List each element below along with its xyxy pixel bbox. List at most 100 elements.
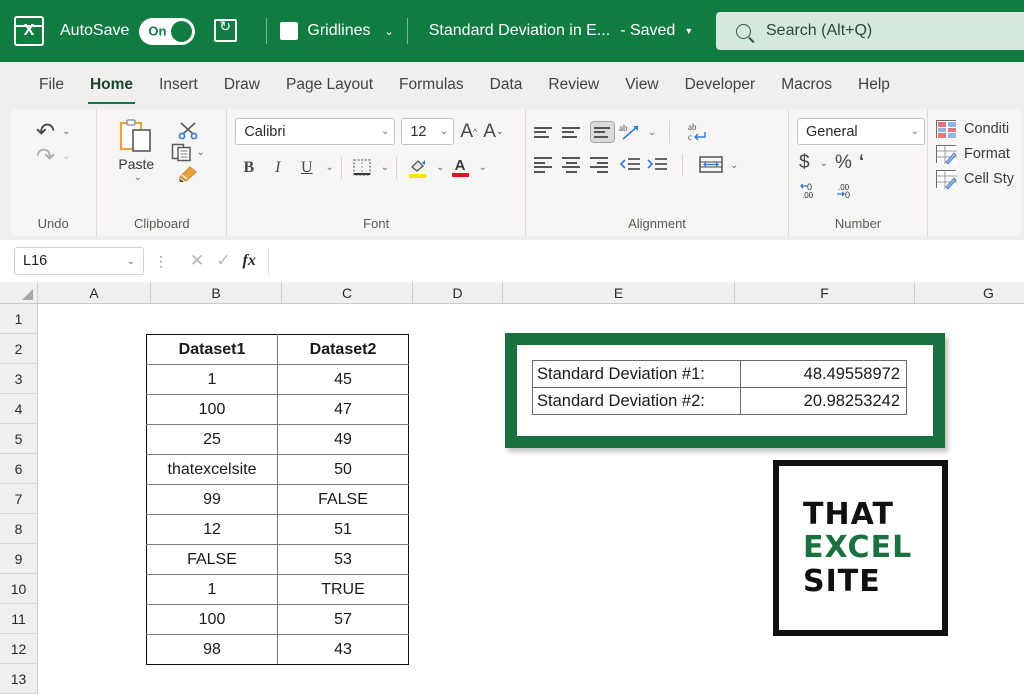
tab-draw[interactable]: Draw [211, 62, 273, 107]
cell-e2-label[interactable]: Standard Deviation #1: [533, 361, 741, 388]
cell-c2[interactable]: Dataset2 [278, 335, 409, 365]
borders-icon[interactable] [349, 154, 376, 181]
saved-chevron-down-icon[interactable]: ▼ [684, 26, 693, 36]
currency-chevron-down-icon[interactable]: ⌄ [820, 158, 828, 169]
row-header-9[interactable]: 9 [0, 544, 38, 574]
row-header-12[interactable]: 12 [0, 634, 38, 664]
row-header-8[interactable]: 8 [0, 514, 38, 544]
row-header-4[interactable]: 4 [0, 394, 38, 424]
tab-view[interactable]: View [612, 62, 671, 107]
cell-b7[interactable]: 99 [147, 485, 278, 515]
font-color-chevron-down-icon[interactable]: ⌄ [479, 162, 487, 173]
cell-c10[interactable]: TRUE [278, 575, 409, 605]
shrink-font-icon[interactable]: A⌄ [483, 121, 503, 143]
borders-chevron-down-icon[interactable]: ⌄ [381, 162, 389, 173]
cell-f3-value[interactable]: 20.98253242 [741, 388, 907, 415]
paste-chevron-down-icon[interactable]: ⌄ [134, 172, 142, 183]
tab-macros[interactable]: Macros [768, 62, 845, 107]
comma-style-icon[interactable]: ‘ [859, 152, 864, 174]
save-refresh-icon[interactable] [211, 16, 241, 46]
cancel-entry-icon[interactable]: ✕ [190, 251, 204, 271]
align-left-icon[interactable] [534, 154, 559, 176]
undo-arrow-icon[interactable]: ↶ [36, 120, 55, 143]
cell-b5[interactable]: 25 [147, 425, 278, 455]
cell-styles-button[interactable]: Cell Sty [936, 170, 1014, 188]
cell-c8[interactable]: 51 [278, 515, 409, 545]
tab-review[interactable]: Review [535, 62, 612, 107]
row-header-10[interactable]: 10 [0, 574, 38, 604]
text-orientation-icon[interactable]: ab [618, 121, 642, 143]
conditional-formatting-button[interactable]: Conditi [936, 120, 1014, 138]
fill-color-chevron-down-icon[interactable]: ⌄ [436, 162, 444, 173]
percent-icon[interactable]: % [835, 152, 852, 174]
cell-b8[interactable]: 12 [147, 515, 278, 545]
name-box[interactable]: L16 ⌄ [14, 247, 144, 275]
decrease-indent-icon[interactable] [618, 155, 642, 175]
font-name-select[interactable]: Calibri ⌄ [235, 118, 395, 145]
cell-c6[interactable]: 50 [278, 455, 409, 485]
align-top-icon[interactable] [534, 121, 559, 143]
underline-button[interactable]: U [293, 154, 320, 181]
cell-c5[interactable]: 49 [278, 425, 409, 455]
search-input[interactable]: Search (Alt+Q) [716, 12, 1024, 50]
tab-help[interactable]: Help [845, 62, 903, 107]
cell-f2-value[interactable]: 48.49558972 [741, 361, 907, 388]
row-header-11[interactable]: 11 [0, 604, 38, 634]
cell-b2[interactable]: Dataset1 [147, 335, 278, 365]
tab-formulas[interactable]: Formulas [386, 62, 477, 107]
font-size-select[interactable]: 12 ⌄ [401, 118, 454, 145]
cell-c7[interactable]: FALSE [278, 485, 409, 515]
copy-icon[interactable] [171, 143, 193, 162]
align-right-icon[interactable] [590, 154, 615, 176]
column-header-b[interactable]: B [151, 282, 282, 304]
cell-b6[interactable]: thatexcelsite [147, 455, 278, 485]
merge-and-center-icon[interactable] [698, 154, 724, 176]
row-header-13[interactable]: 13 [0, 664, 38, 694]
tab-page-layout[interactable]: Page Layout [273, 62, 386, 107]
cell-b4[interactable]: 100 [147, 395, 278, 425]
cell-b12[interactable]: 98 [147, 635, 278, 665]
align-middle-icon[interactable] [562, 121, 587, 143]
tab-file[interactable]: File [26, 62, 77, 107]
increase-decimal-icon[interactable]: 0 .00 [799, 181, 823, 200]
underline-chevron-down-icon[interactable]: ⌄ [325, 162, 333, 173]
row-header-3[interactable]: 3 [0, 364, 38, 394]
column-header-a[interactable]: A [38, 282, 151, 304]
align-bottom-icon[interactable] [590, 121, 615, 143]
formula-bar-more-icon[interactable]: ⋮ [154, 253, 168, 270]
document-title[interactable]: Standard Deviation in E... [429, 22, 610, 40]
format-as-table-button[interactable]: Format [936, 145, 1014, 163]
decrease-decimal-icon[interactable]: .00 0 [836, 181, 860, 200]
tab-insert[interactable]: Insert [146, 62, 211, 107]
row-header-7[interactable]: 7 [0, 484, 38, 514]
italic-button[interactable]: I [264, 154, 291, 181]
gridlines-checkbox[interactable] [280, 22, 298, 40]
select-all-corner[interactable] [0, 282, 38, 304]
cell-e3-label[interactable]: Standard Deviation #2: [533, 388, 741, 415]
column-header-d[interactable]: D [413, 282, 503, 304]
merge-chevron-down-icon[interactable]: ⌄ [730, 160, 738, 171]
increase-indent-icon[interactable] [645, 155, 669, 175]
number-format-select[interactable]: General ⌄ [797, 118, 925, 145]
orientation-chevron-down-icon[interactable]: ⌄ [648, 127, 656, 138]
chevron-down-icon[interactable]: ⌄ [385, 25, 394, 38]
undo-chevron-down-icon[interactable]: ⌄ [62, 126, 70, 137]
cell-b10[interactable]: 1 [147, 575, 278, 605]
paste-button[interactable]: Paste ⌄ [105, 118, 167, 183]
column-header-c[interactable]: C [282, 282, 413, 304]
autosave-toggle[interactable]: On [139, 18, 195, 45]
confirm-entry-icon[interactable]: ✓ [216, 251, 230, 271]
cell-c12[interactable]: 43 [278, 635, 409, 665]
cell-b9[interactable]: FALSE [147, 545, 278, 575]
row-header-6[interactable]: 6 [0, 454, 38, 484]
row-header-1[interactable]: 1 [0, 304, 38, 334]
cell-c11[interactable]: 57 [278, 605, 409, 635]
cell-b11[interactable]: 100 [147, 605, 278, 635]
tab-data[interactable]: Data [477, 62, 536, 107]
wrap-text-icon[interactable]: ab c [685, 120, 710, 144]
column-header-g[interactable]: G [915, 282, 1024, 304]
fill-color-icon[interactable] [404, 154, 431, 181]
row-header-5[interactable]: 5 [0, 424, 38, 454]
grow-font-icon[interactable]: A^ [460, 121, 477, 143]
insert-function-icon[interactable]: fx [243, 252, 256, 270]
